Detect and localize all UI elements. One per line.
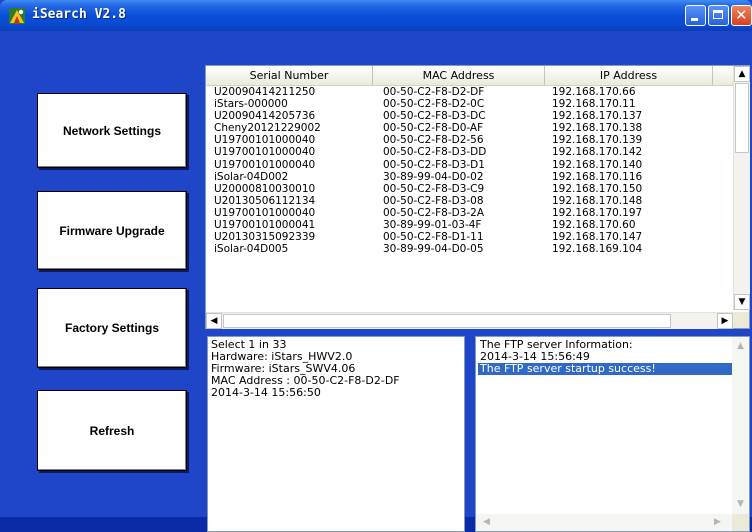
ip-cell: 192.168.169.104 (552, 243, 643, 256)
ip-cell: 192.168.170.137 (552, 110, 643, 123)
mac-cell: 00-50-C2-F8-D3-DC (383, 110, 486, 123)
factory-settings-button[interactable]: Factory Settings (37, 288, 187, 368)
scroll-up-icon[interactable]: ▲ (734, 66, 750, 82)
serial-cell: U19700101000040 (214, 206, 316, 219)
app-window: iSearch V2.8 ✕ Network Settings Firmware… (0, 0, 752, 532)
table-row[interactable]: iSolar-04D002 30-89-99-04-D0-02 192.168.17… (206, 171, 733, 183)
serial-cell: U20090414211250 (214, 86, 316, 98)
table-row[interactable]: U19700101000040 00-50-C2-F8-D2-56 192.168.… (206, 134, 733, 146)
mac-cell: 30-89-99-01-03-4F (383, 219, 482, 232)
table-row[interactable]: iStars-000000 00-50-C2-F8-D2-0C 192.168.17… (206, 98, 733, 110)
title-bar[interactable]: iSearch V2.8 ✕ (0, 0, 752, 31)
client-area: Network Settings Firmware Upgrade Factor… (0, 31, 752, 532)
ftp-log-panel[interactable]: The FTP server Information: 2014-3-14 15:… (475, 336, 750, 532)
ip-cell: 192.168.170.139 (552, 134, 643, 147)
window-title: iSearch V2.8 (32, 7, 126, 22)
serial-cell: U20130506112134 (214, 194, 316, 207)
table-row[interactable]: U19700101000040 00-50-C2-F8-D3-2A 192.168.… (206, 207, 733, 219)
device-list-vscrollbar[interactable]: ▲ ▼ (733, 66, 750, 310)
scroll-up-icon[interactable]: ▲ (733, 339, 748, 354)
scroll-down-icon[interactable]: ▼ (734, 294, 750, 310)
ip-cell: 192.168.170.142 (552, 146, 643, 159)
ip-cell: 192.168.170.197 (552, 206, 643, 219)
maximize-icon (713, 10, 723, 19)
serial-cell: U20130315092339 (214, 231, 316, 244)
column-header-serial[interactable]: Serial Number (206, 66, 373, 85)
column-header-mac[interactable]: MAC Address (373, 66, 545, 85)
device-list-rows: U20090414211250 00-50-C2-F8-D2-DF 192.168.… (206, 86, 733, 312)
column-header-ip[interactable]: IP Address (545, 66, 713, 85)
serial-cell: iSolar-04D002 (214, 170, 289, 183)
table-row[interactable]: U19700101000040 00-50-C2-F8-D3-DD 192.168.… (206, 146, 733, 158)
refresh-button[interactable]: Refresh (37, 390, 187, 471)
ip-cell: 192.168.170.66 (552, 86, 636, 98)
maximize-button[interactable] (708, 5, 729, 26)
ip-cell: 192.168.170.150 (552, 182, 643, 195)
table-row[interactable]: U20130506112134 00-50-C2-F8-D3-08 192.168.… (206, 195, 733, 207)
scroll-right-icon[interactable]: ▶ (710, 515, 725, 530)
mac-cell: 00-50-C2-F8-D0-AF (383, 122, 484, 135)
minimize-button[interactable] (685, 5, 706, 26)
serial-cell: U20090414205736 (214, 110, 316, 123)
info-line: 2014-3-14 15:56:50 (211, 386, 321, 399)
serial-cell: U20000810030010 (214, 182, 316, 195)
firmware-upgrade-button[interactable]: Firmware Upgrade (37, 191, 187, 270)
ip-cell: 192.168.170.138 (552, 122, 643, 135)
mac-cell: 00-50-C2-F8-D3-C9 (383, 182, 485, 195)
ip-cell: 192.168.170.140 (552, 158, 643, 171)
serial-cell: U19700101000040 (214, 146, 316, 159)
mac-cell: 00-50-C2-F8-D3-08 (383, 194, 484, 207)
mac-cell: 00-50-C2-F8-D2-0C (383, 98, 485, 111)
ftp-log-lines: The FTP server Information: 2014-3-14 15:… (478, 339, 732, 375)
app-icon (9, 8, 25, 24)
scroll-corner (733, 312, 749, 328)
scroll-left-icon[interactable]: ◀ (479, 515, 494, 530)
mac-cell: 00-50-C2-F8-D1-11 (383, 231, 484, 244)
close-icon: ✕ (735, 6, 748, 24)
ftp-log-vscrollbar[interactable]: ▲ ▼ (732, 337, 749, 531)
ip-cell: 192.168.170.148 (552, 194, 643, 207)
mac-cell: 00-50-C2-F8-D3-D1 (383, 158, 485, 171)
network-settings-button[interactable]: Network Settings (37, 93, 187, 168)
ip-cell: 192.168.170.60 (552, 219, 636, 232)
device-list-hscrollbar[interactable]: ◀ ▶ (206, 312, 733, 329)
device-list[interactable]: Serial Number MAC Address IP Address U20… (205, 65, 750, 329)
scroll-right-icon[interactable]: ▶ (717, 313, 733, 329)
hscroll-thumb[interactable] (223, 314, 671, 328)
table-row[interactable]: U20000810030010 00-50-C2-F8-D3-C9 192.168.… (206, 183, 733, 195)
table-row[interactable]: iSolar-04D005 30-89-99-04-D0-05 192.168.16… (206, 243, 733, 255)
table-row[interactable]: U19700101000040 00-50-C2-F8-D3-D1 192.168.… (206, 159, 733, 171)
close-button[interactable]: ✕ (731, 5, 752, 26)
serial-cell: iStars-000000 (214, 98, 288, 111)
mac-cell: 30-89-99-04-D0-02 (383, 170, 484, 183)
table-row[interactable]: U20090414211250 00-50-C2-F8-D2-DF 192.168.… (206, 86, 733, 98)
scroll-thumb[interactable] (735, 83, 749, 153)
device-list-header: Serial Number MAC Address IP Address (206, 66, 733, 86)
mac-cell: 30-89-99-04-D0-05 (383, 243, 484, 256)
device-info-panel[interactable]: Select 1 in 33 Hardware: iStars_HWV2.0 F… (207, 336, 465, 532)
scroll-down-icon[interactable]: ▼ (733, 497, 748, 512)
ip-cell: 192.168.170.11 (552, 98, 636, 111)
scroll-left-icon[interactable]: ◀ (206, 313, 222, 329)
minimize-icon (691, 18, 698, 21)
serial-cell: U19700101000040 (214, 134, 316, 147)
serial-cell: Cheny20121229002 (214, 122, 321, 135)
table-row[interactable]: U19700101000041 30-89-99-01-03-4F 192.168.… (206, 219, 733, 231)
mac-cell: 00-50-C2-F8-D3-2A (383, 206, 485, 219)
mac-cell: 00-50-C2-F8-D2-DF (383, 86, 485, 98)
ip-cell: 192.168.170.116 (552, 170, 643, 183)
table-row[interactable]: U20130315092339 00-50-C2-F8-D1-11 192.168.… (206, 231, 733, 243)
table-row[interactable]: U20090414205736 00-50-C2-F8-D3-DC 192.168.… (206, 110, 733, 122)
mac-cell: 00-50-C2-F8-D3-DD (383, 146, 487, 159)
serial-cell: iSolar-04D005 (214, 243, 289, 256)
table-row[interactable]: Cheny20121229002 00-50-C2-F8-D0-AF 192.168… (206, 122, 733, 134)
mac-cell: 00-50-C2-F8-D2-56 (383, 134, 484, 147)
ip-cell: 192.168.170.147 (552, 231, 643, 244)
log-line[interactable]: The FTP server startup success! (478, 363, 732, 375)
serial-cell: U19700101000041 (214, 219, 316, 232)
serial-cell: U19700101000040 (214, 158, 316, 171)
